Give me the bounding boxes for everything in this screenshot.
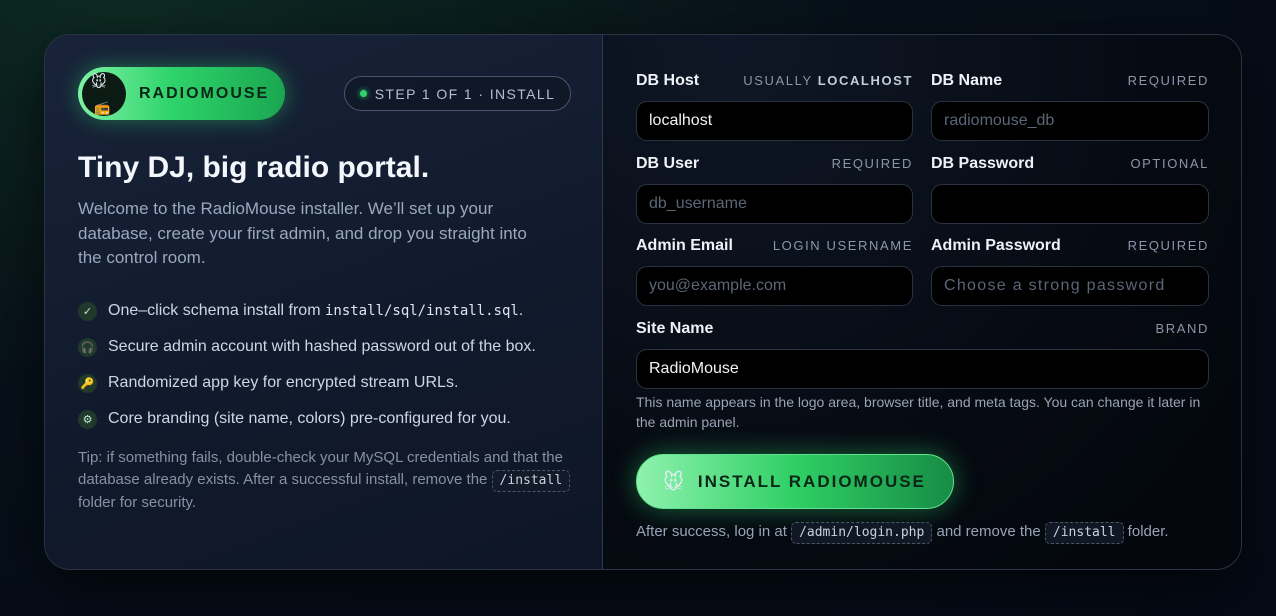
check-icon: ✓ <box>78 301 97 321</box>
admin-email-hint: LOGIN USERNAME <box>772 238 913 253</box>
db-password-label: DB Password <box>931 155 1035 172</box>
admin-email-field: Admin Email LOGIN USERNAME <box>636 237 913 306</box>
code-chip: /install <box>491 469 571 492</box>
db-password-input[interactable] <box>931 184 1209 224</box>
db-host-hint: USUALLY LOCALHOST <box>743 73 913 88</box>
admin-password-label: Admin Password <box>931 237 1061 254</box>
feature-text: Secure admin account with hashed passwor… <box>108 338 536 355</box>
step-label: STEP 1 OF 1 · INSTALL <box>374 85 556 102</box>
feature-code: install/sql/install.sql <box>324 303 519 319</box>
feature-item: ⚙ Core branding (site name, colors) pre-… <box>78 401 536 437</box>
db-name-input[interactable] <box>931 101 1209 141</box>
feature-item: 🎧 Secure admin account with hashed passw… <box>78 329 536 365</box>
db-user-field: DB User REQUIRED <box>636 155 913 224</box>
site-name-input[interactable] <box>636 349 1209 389</box>
feature-text: Core branding (site name, colors) pre-co… <box>108 410 511 427</box>
page-title: Tiny DJ, big radio portal. <box>78 151 430 184</box>
db-host-label: DB Host <box>636 72 700 89</box>
code-chip: /install <box>1044 522 1124 544</box>
mouse-face-icon: 🐭 <box>663 469 684 494</box>
intro-text: Welcome to the RadioMouse installer. We’… <box>78 199 527 267</box>
db-name-field: DB Name REQUIRED <box>931 72 1209 141</box>
tip-text: Tip: if something fails, double-check yo… <box>78 447 578 513</box>
brand-pill: 🐭 📻 RADIOMOUSE <box>78 67 285 120</box>
install-button[interactable]: 🐭 INSTALL RADIOMOUSE <box>636 454 954 509</box>
db-name-label: DB Name <box>931 72 1003 89</box>
code-chip: /admin/login.php <box>791 522 933 544</box>
db-user-input[interactable] <box>636 184 913 224</box>
db-user-label: DB User <box>636 155 700 172</box>
intro-panel: 🐭 📻 RADIOMOUSE STEP 1 OF 1 · INSTALL Tin… <box>45 35 603 569</box>
install-button-label: INSTALL RADIOMOUSE <box>697 471 926 491</box>
admin-email-label: Admin Email <box>636 237 733 254</box>
brand-logo: 🐭 📻 <box>82 71 126 116</box>
db-name-hint: REQUIRED <box>1127 73 1209 88</box>
db-host-field: DB Host USUALLY LOCALHOST <box>636 72 913 141</box>
installer-card: 🐭 📻 RADIOMOUSE STEP 1 OF 1 · INSTALL Tin… <box>44 34 1242 570</box>
gear-icon: ⚙ <box>78 409 97 429</box>
site-name-label: Site Name <box>636 320 714 337</box>
status-dot-icon <box>359 90 367 97</box>
db-user-hint: REQUIRED <box>831 156 913 171</box>
feature-text: One–click schema install from install/sq… <box>108 302 524 319</box>
admin-password-hint: REQUIRED <box>1127 238 1209 253</box>
db-password-field: DB Password OPTIONAL <box>931 155 1209 224</box>
after-success-text: After success, log in at /admin/login.ph… <box>636 522 1169 544</box>
radio-icon: 📻 <box>94 100 111 116</box>
site-name-field: Site Name BRAND <box>636 320 1209 389</box>
db-host-input[interactable] <box>636 101 913 141</box>
admin-password-field: Admin Password REQUIRED <box>931 237 1209 306</box>
mouse-face-icon: 🐭 <box>91 72 107 91</box>
site-name-hint: BRAND <box>1155 321 1209 336</box>
step-badge: STEP 1 OF 1 · INSTALL <box>344 76 571 111</box>
site-name-help: This name appears in the logo area, brow… <box>636 394 1201 430</box>
admin-password-input[interactable] <box>931 266 1209 306</box>
feature-item: 🔑 Randomized app key for encrypted strea… <box>78 365 536 401</box>
form-panel: DB Host USUALLY LOCALHOST DB Name REQUIR… <box>603 35 1241 569</box>
key-icon: 🔑 <box>78 373 97 393</box>
feature-item: ✓ One–click schema install from install/… <box>78 293 536 329</box>
feature-text: Randomized app key for encrypted stream … <box>108 374 459 391</box>
brand-name: RADIOMOUSE <box>139 84 270 102</box>
headphones-icon: 🎧 <box>78 337 97 357</box>
feature-list: ✓ One–click schema install from install/… <box>78 293 536 437</box>
db-password-hint: OPTIONAL <box>1130 156 1209 171</box>
admin-email-input[interactable] <box>636 266 913 306</box>
